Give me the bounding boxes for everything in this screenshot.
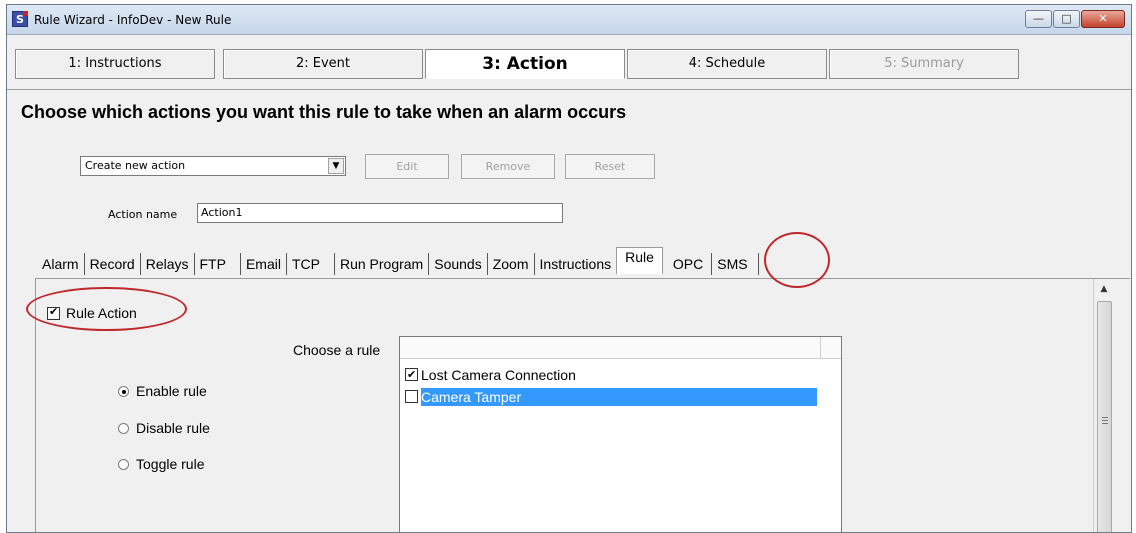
tab-tcp[interactable]: TCP bbox=[287, 253, 335, 275]
vertical-scrollbar[interactable]: ▲ bbox=[1093, 279, 1114, 532]
remove-button[interactable]: Remove bbox=[461, 154, 555, 179]
reset-button[interactable]: Reset bbox=[565, 154, 655, 179]
tab-sounds[interactable]: Sounds bbox=[429, 253, 488, 275]
annotation-oval-rule-tab bbox=[764, 232, 830, 288]
radio-enable-rule[interactable]: Enable rule bbox=[118, 383, 207, 399]
tab-zoom[interactable]: Zoom bbox=[488, 253, 535, 275]
maximize-icon: □ bbox=[1061, 12, 1072, 25]
step-instructions[interactable]: 1: Instructions bbox=[15, 49, 215, 79]
rule-list-column-divider bbox=[820, 337, 821, 359]
rule-name: Camera Tamper bbox=[421, 388, 817, 406]
action-name-label: Action name bbox=[108, 208, 178, 221]
step-summary: 5: Summary bbox=[829, 49, 1019, 79]
list-item[interactable]: Camera Tamper bbox=[405, 388, 821, 406]
tab-record[interactable]: Record bbox=[85, 253, 141, 275]
maximize-button[interactable]: □ bbox=[1053, 10, 1080, 28]
action-select[interactable]: Create new action ▼ bbox=[80, 156, 346, 176]
rule-wizard-window: S Rule Wizard - InfoDev - New Rule — □ ✕… bbox=[6, 4, 1132, 533]
radio-unselected-icon[interactable] bbox=[118, 423, 129, 434]
tab-ftp[interactable]: FTP bbox=[195, 253, 241, 275]
dropdown-arrow-icon[interactable]: ▼ bbox=[328, 158, 344, 174]
step-event[interactable]: 2: Event bbox=[223, 49, 423, 79]
tab-run-program[interactable]: Run Program bbox=[335, 253, 430, 275]
tab-rule[interactable]: Rule bbox=[616, 247, 663, 274]
edit-button[interactable]: Edit bbox=[365, 154, 449, 179]
rule-check-icon[interactable] bbox=[405, 366, 418, 384]
choose-rule-label: Choose a rule bbox=[293, 342, 381, 358]
minimize-button[interactable]: — bbox=[1025, 10, 1052, 28]
scroll-grip-icon bbox=[1102, 417, 1108, 424]
radio-disable-rule[interactable]: Disable rule bbox=[118, 420, 210, 436]
radio-toggle-label: Toggle rule bbox=[136, 456, 205, 472]
wizard-steps: 1: Instructions 2: Event 3: Action 4: Sc… bbox=[7, 36, 1131, 90]
minimize-icon: — bbox=[1033, 12, 1044, 25]
app-icon: S bbox=[12, 11, 28, 27]
tab-instructions[interactable]: Instructions bbox=[535, 253, 617, 275]
tab-relays[interactable]: Relays bbox=[141, 253, 195, 275]
scroll-up-arrow-icon[interactable]: ▲ bbox=[1094, 279, 1114, 299]
radio-selected-icon[interactable] bbox=[118, 386, 129, 397]
action-name-field[interactable]: Action1 bbox=[197, 203, 563, 223]
step-schedule[interactable]: 4: Schedule bbox=[627, 49, 827, 79]
rule-list-header bbox=[400, 337, 841, 359]
annotation-oval-rule-action bbox=[26, 287, 187, 331]
tab-sms[interactable]: SMS bbox=[712, 253, 759, 275]
list-item[interactable]: Lost Camera Connection bbox=[405, 366, 578, 384]
tab-alarm[interactable]: Alarm bbox=[37, 253, 85, 275]
radio-toggle-rule[interactable]: Toggle rule bbox=[118, 456, 205, 472]
page-heading: Choose which actions you want this rule … bbox=[21, 102, 627, 122]
action-select-value: Create new action bbox=[85, 159, 186, 172]
rule-name: Lost Camera Connection bbox=[421, 367, 576, 383]
radio-disable-label: Disable rule bbox=[136, 420, 210, 436]
tab-email[interactable]: Email bbox=[241, 253, 287, 275]
tab-opc[interactable]: OPC bbox=[663, 253, 713, 275]
rule-list[interactable]: Lost Camera Connection Camera Tamper bbox=[399, 336, 842, 532]
close-button[interactable]: ✕ bbox=[1081, 10, 1125, 28]
action-tabs: Alarm Record Relays FTP Email TCP Run Program S… bbox=[37, 247, 759, 279]
close-icon: ✕ bbox=[1098, 12, 1108, 25]
scroll-thumb[interactable] bbox=[1097, 301, 1112, 532]
window-controls: — □ ✕ bbox=[1024, 10, 1125, 28]
title-bar[interactable]: S Rule Wizard - InfoDev - New Rule — □ ✕ bbox=[7, 5, 1131, 35]
radio-unselected-icon[interactable] bbox=[118, 459, 129, 470]
step-action[interactable]: 3: Action bbox=[425, 49, 625, 79]
rule-check-icon[interactable] bbox=[405, 390, 418, 403]
window-title: Rule Wizard - InfoDev - New Rule bbox=[34, 13, 232, 27]
radio-enable-label: Enable rule bbox=[136, 383, 207, 399]
